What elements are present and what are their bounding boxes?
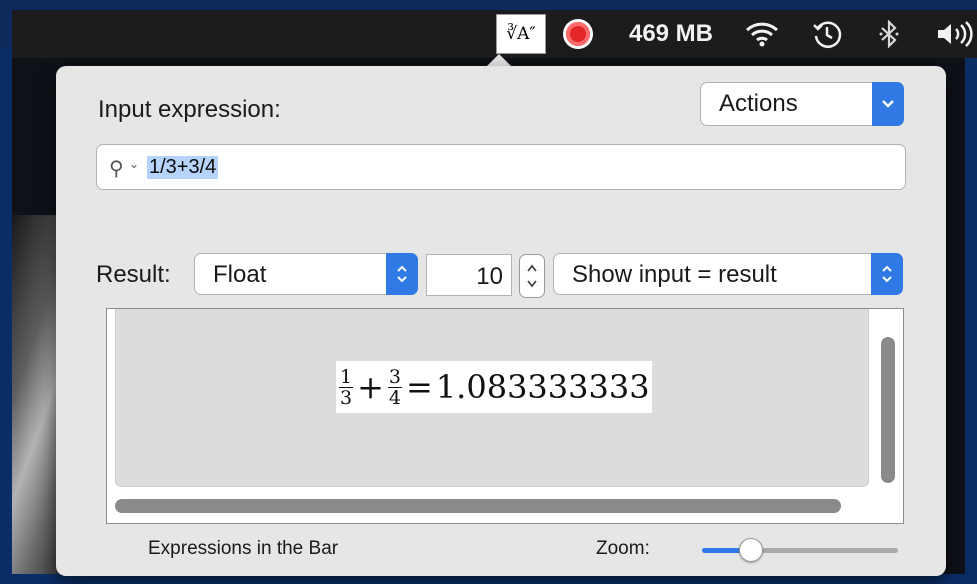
fraction-one-third: 1 3 xyxy=(339,365,354,409)
menu-bar: ∛A″ 469 MB xyxy=(12,10,977,58)
expression-input-value: 1/3+3/4 xyxy=(147,156,219,179)
fraction-denominator: 4 xyxy=(388,386,401,409)
formula-result: 1.083333333 xyxy=(435,368,650,406)
expressions-in-bar-label: Expressions in the Bar xyxy=(148,538,339,559)
latex-popover: Input expression: Actions ⚲ ⌄ 1/3+3/4 Re… xyxy=(56,66,946,576)
time-machine-icon[interactable] xyxy=(807,10,847,58)
precision-value: 10 xyxy=(476,263,503,290)
result-type-value: Float xyxy=(213,261,267,288)
result-type-select[interactable]: Float xyxy=(194,253,418,295)
bluetooth-icon[interactable] xyxy=(872,10,906,58)
screen-frame-left xyxy=(0,48,12,584)
precision-stepper[interactable] xyxy=(519,254,545,298)
actions-label: Actions xyxy=(719,90,798,117)
input-expression-label: Input expression: xyxy=(98,96,281,123)
fraction-numerator: 3 xyxy=(387,365,402,388)
latex-app-menu-item[interactable]: ∛A″ xyxy=(495,10,547,58)
result-label: Result: xyxy=(96,261,171,288)
screen-frame-right xyxy=(965,48,977,584)
memory-indicator[interactable]: 469 MB xyxy=(616,10,726,58)
record-icon xyxy=(563,19,593,49)
display-mode-value: Show input = result xyxy=(572,261,777,288)
rendered-formula[interactable]: 1 3 + 3 4 = 1.083333333 xyxy=(336,361,652,413)
actions-popup-button[interactable]: Actions xyxy=(700,82,904,126)
precision-field[interactable]: 10 xyxy=(426,254,512,296)
latex-app-icon: ∛A″ xyxy=(496,14,546,54)
chevron-down-icon xyxy=(872,82,904,126)
chevron-down-icon: ⌄ xyxy=(129,157,140,171)
result-canvas: 1 3 + 3 4 = 1.083333333 xyxy=(115,309,869,487)
volume-icon[interactable] xyxy=(932,10,977,58)
updown-chevron-icon xyxy=(386,253,418,295)
updown-chevron-icon xyxy=(871,253,903,295)
zoom-slider-knob[interactable] xyxy=(739,538,763,562)
fraction-denominator: 3 xyxy=(340,386,353,409)
fraction-three-quarters: 3 4 xyxy=(387,365,402,409)
zoom-slider[interactable] xyxy=(702,538,898,562)
vertical-scrollbar[interactable] xyxy=(881,337,895,483)
equals-sign: = xyxy=(406,368,433,406)
display-mode-select[interactable]: Show input = result xyxy=(553,253,903,295)
result-view: 1 3 + 3 4 = 1.083333333 xyxy=(106,308,904,524)
search-icon: ⚲ xyxy=(109,158,124,180)
horizontal-scrollbar[interactable] xyxy=(115,499,841,513)
fraction-numerator: 1 xyxy=(339,365,354,388)
zoom-label: Zoom: xyxy=(596,538,650,559)
expression-input[interactable]: ⚲ ⌄ 1/3+3/4 xyxy=(96,144,906,190)
wifi-icon[interactable] xyxy=(740,10,784,58)
plus-sign: + xyxy=(357,368,384,406)
record-menu-item[interactable] xyxy=(560,10,596,58)
